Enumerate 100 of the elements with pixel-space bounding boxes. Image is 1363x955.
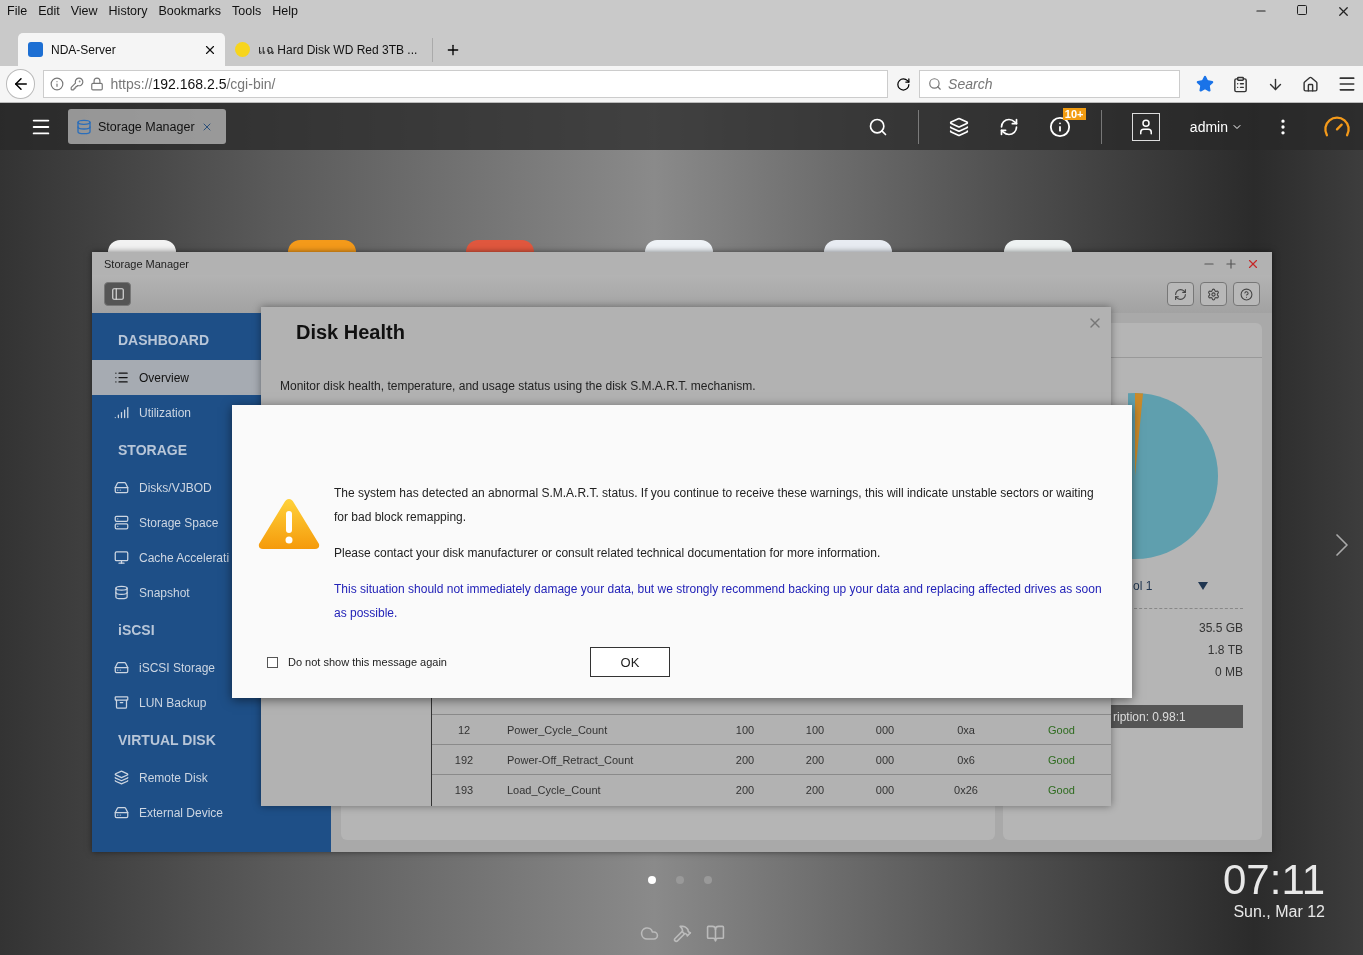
table-cell-text: 0x26 [953, 783, 979, 796]
stack-icon[interactable] [948, 116, 969, 137]
new-tab-icon[interactable] [445, 42, 461, 58]
home-icon[interactable] [1302, 75, 1319, 93]
sync-icon[interactable] [998, 116, 1019, 137]
settings-button[interactable] [1200, 282, 1227, 306]
table-cell-text: 100 [734, 723, 756, 736]
table-cell-text: 000 [874, 723, 896, 736]
clock-time: 07:11 [1223, 857, 1325, 903]
sidebar-item[interactable]: Snapshot [92, 575, 331, 610]
browser-tab[interactable]: NDA-Server [18, 33, 225, 66]
search-field[interactable]: Search [919, 70, 1180, 98]
checkbox-label: Do not show this message again [288, 656, 447, 668]
checkbox[interactable] [267, 656, 278, 668]
menu-item[interactable]: Help [272, 4, 298, 18]
page-dot[interactable] [648, 876, 656, 884]
menu-item[interactable]: View [70, 4, 98, 18]
table-cell-text: 200 [734, 783, 756, 796]
tab-title: แฉ Hard Disk WD Red 3TB ... [258, 42, 418, 59]
hard-drive-icon [114, 660, 129, 675]
warning-icon [257, 497, 321, 551]
table-cell-text: 0x6 [956, 753, 976, 766]
window-title: Storage Manager [104, 257, 190, 270]
search-icon [928, 77, 943, 91]
page-dot[interactable] [704, 876, 712, 884]
sidebar-item[interactable]: Disks/VJBOD [92, 470, 331, 505]
bar-chart-icon [114, 405, 129, 420]
app-icon[interactable] [824, 240, 892, 252]
sidebar-item[interactable]: Remote Disk [92, 760, 331, 795]
menu-icon[interactable] [1337, 74, 1357, 94]
table-cell-text: Power-Off_Retract_Count [506, 753, 635, 766]
sidebar-item[interactable]: Cache Accelerati [92, 540, 331, 575]
menu-item[interactable]: Tools [232, 4, 262, 18]
server-icon [114, 515, 129, 530]
table-cell-text: 193 [453, 783, 475, 796]
sidebar-item[interactable]: LUN Backup [92, 685, 331, 720]
sidebar-heading: STORAGE [117, 441, 187, 460]
menu-item[interactable]: Bookmarks [158, 4, 221, 18]
lock-icon[interactable] [90, 77, 105, 91]
message-text: The system has detected an abnormal S.M.A.R.T. status. If you continue to receive these warnings, this will indicate unstable sectors or waiting for bad block remapping. [334, 485, 1095, 526]
settings-icon[interactable] [1207, 287, 1220, 301]
sidebar-item[interactable]: Storage Space [92, 505, 331, 540]
dialog-title: Disk Health [296, 321, 405, 345]
key-icon[interactable] [70, 77, 85, 91]
table-cell-text: Good [1047, 723, 1076, 736]
table-cell-text: 200 [734, 753, 756, 766]
table-cell-text: 200 [804, 783, 826, 796]
url-field[interactable]: https://192.168.2.5/cgi-bin/ [43, 70, 889, 98]
archive-icon [114, 695, 129, 710]
search-icon[interactable] [867, 116, 888, 137]
browser-tab[interactable]: แฉ Hard Disk WD Red 3TB ... [225, 33, 432, 66]
maximize-icon[interactable] [1296, 4, 1308, 16]
table-cell-text: 0xa [956, 723, 976, 736]
ok-button[interactable]: OK [590, 647, 670, 677]
app-tab[interactable]: Storage Manager [68, 109, 226, 144]
menu-item[interactable]: History [108, 4, 148, 18]
stack-icon [114, 770, 129, 785]
user-menu[interactable]: admin [1189, 118, 1243, 135]
close-icon[interactable] [1336, 4, 1351, 19]
refresh-icon[interactable] [1174, 287, 1187, 301]
table-cell-text: 192 [453, 753, 475, 766]
sidebar-heading: iSCSI [117, 621, 155, 640]
sidebar-item[interactable]: External Device [92, 795, 331, 830]
site-icon [28, 42, 43, 57]
help-icon[interactable] [1240, 287, 1253, 301]
app-icon[interactable] [108, 240, 176, 252]
table-cell-text: Load_Cycle_Count [506, 783, 602, 796]
app-icon[interactable] [1004, 240, 1072, 252]
ratio-bar: ription: 0.98:1 [1111, 705, 1243, 728]
panel-button[interactable] [104, 282, 131, 306]
hard-drive-icon [114, 480, 129, 495]
sidebar-item[interactable]: Utilization [92, 395, 331, 430]
tool-button[interactable] [1167, 282, 1194, 306]
table-cell-text: Good [1047, 753, 1076, 766]
message-text: Please contact your disk manufacturer or consult related technical documentation for more information. [334, 545, 882, 562]
sidebar-heading: VIRTUAL DISK [117, 731, 216, 750]
bookmark-star-icon[interactable] [1196, 75, 1214, 93]
reload-icon[interactable] [896, 76, 912, 92]
monitor-icon [114, 550, 129, 565]
help-button[interactable] [1233, 282, 1260, 306]
notification-badge: 10+ [1062, 107, 1086, 120]
pool-name: ol 1 [1133, 579, 1153, 593]
tab-title: NDA-Server [51, 42, 117, 57]
user-icon[interactable] [1131, 112, 1160, 141]
dropdown-arrow-icon[interactable] [1198, 582, 1209, 590]
table-cell-text: 100 [804, 723, 826, 736]
back-button[interactable] [6, 69, 36, 99]
clock-date: Sun., Mar 12 [1233, 903, 1325, 921]
table-cell-text: Good [1047, 783, 1076, 796]
sidebar-heading: DASHBOARD [117, 331, 209, 350]
table-cell-text: 000 [874, 753, 896, 766]
menu-item[interactable]: Edit [38, 4, 60, 18]
table-cell-text: Power_Cycle_Count [506, 723, 609, 736]
menu-item[interactable]: File [7, 4, 28, 18]
table-cell-text: 200 [804, 753, 826, 766]
table-cell-text: 000 [874, 783, 896, 796]
capacity-value: 1.8 TB [1206, 642, 1244, 659]
clipboard-icon[interactable] [1232, 75, 1249, 93]
list-icon [114, 370, 129, 385]
panel-icon[interactable] [110, 287, 125, 301]
